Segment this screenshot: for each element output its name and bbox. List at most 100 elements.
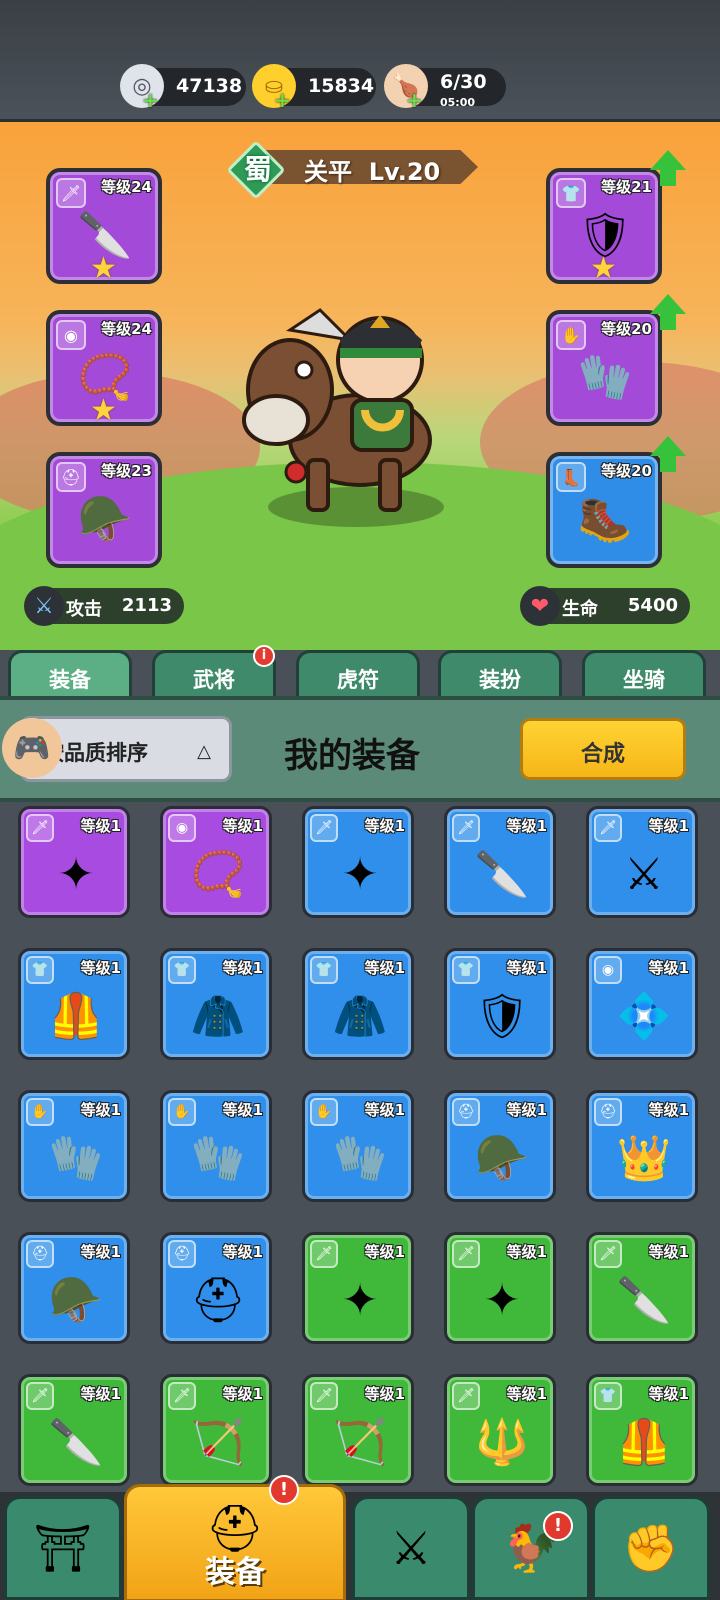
item-level: 等级1 — [80, 959, 121, 977]
inventory-item[interactable]: 👕 等级1 🦺 — [18, 948, 130, 1060]
inventory-item[interactable]: ◉ 等级1 📿 — [160, 806, 272, 918]
tab-label: 装备 — [49, 668, 91, 692]
item-type-icon: 🗡 — [168, 1382, 196, 1410]
item-type-icon: 👕 — [452, 956, 480, 984]
alert-badge: ! — [269, 1475, 299, 1505]
inventory-item[interactable]: 🗡 等级1 ✦ — [444, 1232, 556, 1344]
inventory-item[interactable]: ⛑ 等级1 ⛑ — [160, 1232, 272, 1344]
fist-upgrade-icon: ✊ — [622, 1520, 680, 1575]
tab-generals[interactable]: 武将 i — [152, 645, 276, 700]
equip-slot-boots[interactable]: 👢 等级20 🥾 — [546, 452, 662, 568]
tab-mount[interactable]: 坐骑 — [582, 650, 706, 700]
inventory-item[interactable]: 🗡 等级1 🏹 — [302, 1374, 414, 1486]
slot-level: 等级23 — [101, 462, 152, 480]
equip-slot-helmet[interactable]: ⛑ 等级23 🪖 — [46, 452, 162, 568]
item-level: 等级1 — [648, 1243, 689, 1261]
stamina-timer: 05:00 — [440, 96, 476, 109]
inventory-item[interactable]: ⛑ 等级1 🪖 — [444, 1090, 556, 1202]
attack-value: 2113 — [121, 595, 172, 616]
hero-on-horse-figure[interactable] — [230, 300, 470, 530]
equip-slot-amulet[interactable]: ◉ 等级24 📿 ★ — [46, 310, 162, 428]
inventory-item[interactable]: 👕 等级1 🛡 — [444, 948, 556, 1060]
item-type-icon: 👕 — [168, 956, 196, 984]
item-type-icon: 🗡 — [310, 1382, 338, 1410]
inventory-item[interactable]: 🗡 等级1 ⚔ — [586, 806, 698, 918]
item-type-icon: 🗡 — [26, 1382, 54, 1410]
inventory-item[interactable]: 🗡 等级1 ✦ — [302, 1232, 414, 1344]
item-level: 等级1 — [506, 1101, 547, 1119]
attack-label: 攻击 — [66, 599, 102, 620]
item-level: 等级1 — [364, 959, 405, 977]
tab-tiger-tally[interactable]: 虎符 — [296, 650, 420, 700]
item-level: 等级1 — [222, 1243, 263, 1261]
nav-crossed-swords-button[interactable]: ⚔ — [352, 1496, 470, 1600]
slot-level: 等级20 — [601, 462, 652, 480]
item-icon: 🛡 — [474, 991, 530, 1042]
attack-stat: ⚔ 攻击 2113 — [24, 586, 184, 626]
item-icon: 🏹 — [190, 1417, 246, 1468]
inventory-item[interactable]: ✋ 等级1 🧤 — [302, 1090, 414, 1202]
add-gold-icon[interactable]: + — [274, 88, 291, 112]
inventory-item[interactable]: 👕 等级1 🧥 — [160, 948, 272, 1060]
item-type-icon: 🗡 — [594, 814, 622, 842]
inventory-item[interactable]: 👕 等级1 🦺 — [586, 1374, 698, 1486]
item-icon: 📿 — [190, 849, 246, 900]
heart-icon: ❤ — [520, 586, 560, 626]
add-silver-icon[interactable]: + — [142, 88, 159, 112]
item-icon: 🦺 — [48, 991, 104, 1042]
item-level: 等级1 — [506, 817, 547, 835]
gold-resource[interactable]: ⛀ + 15834 — [252, 64, 376, 112]
item-level: 等级1 — [648, 1101, 689, 1119]
equip-slot-armor[interactable]: 👕 等级21 🛡 ★ — [546, 168, 662, 286]
inventory-item[interactable]: ✋ 等级1 🧤 — [18, 1090, 130, 1202]
silver-resource[interactable]: ◎ + 47138 — [120, 64, 246, 112]
equip-slot-weapon[interactable]: 🗡 等级24 🔪 ★ — [46, 168, 162, 286]
item-type-icon: ✋ — [168, 1098, 196, 1126]
item-type-icon: ◉ — [168, 814, 196, 842]
equip-slot-gloves[interactable]: ✋ 等级20 🧤 — [546, 310, 662, 426]
inventory-item[interactable]: 👕 等级1 🧥 — [302, 948, 414, 1060]
item-icon: ⛑ — [190, 1275, 246, 1326]
item-icon: 🔱 — [474, 1417, 530, 1468]
stamina-resource[interactable]: 🍗 + 6/30 05:00 — [384, 64, 506, 112]
item-type-icon: 🗡 — [452, 814, 480, 842]
item-icon: 🏹 — [332, 1417, 388, 1468]
item-level: 等级1 — [222, 1385, 263, 1403]
top-status-bar: ◎ + 47138 ⛀ + 15834 🍗 + 6/30 05:00 — [0, 0, 720, 122]
inventory-item[interactable]: 🗡 等级1 🔪 — [586, 1232, 698, 1344]
item-icon: 🔪 — [616, 1275, 672, 1326]
item-type-icon: 🗡 — [452, 1240, 480, 1268]
inventory-item[interactable]: 🗡 等级1 🔪 — [18, 1374, 130, 1486]
item-type-icon: 🗡 — [26, 814, 54, 842]
inventory-item[interactable]: 🗡 等级1 🔪 — [444, 806, 556, 918]
city-gate-icon: ⛩ — [33, 1520, 93, 1575]
hero-name: 关平 — [304, 158, 352, 186]
tab-equipment[interactable]: 装备 — [8, 650, 132, 700]
inventory-item[interactable]: 🗡 等级1 🔱 — [444, 1374, 556, 1486]
silver-value: 47138 — [176, 75, 243, 97]
item-icon: ✦ — [341, 1274, 379, 1326]
item-type-icon: 🗡 — [310, 814, 338, 842]
item-type-icon: 🗡 — [310, 1240, 338, 1268]
inventory-item[interactable]: 🗡 等级1 ✦ — [302, 806, 414, 918]
inventory-item[interactable]: ⛑ 等级1 🪖 — [18, 1232, 130, 1344]
item-level: 等级1 — [222, 817, 263, 835]
gamepad-icon[interactable]: 🎮 — [2, 718, 62, 778]
tab-label: 装扮 — [479, 668, 521, 692]
tab-costume[interactable]: 装扮 — [438, 650, 562, 700]
inventory-item[interactable]: 🗡 等级1 🏹 — [160, 1374, 272, 1486]
nav-city-gate-button[interactable]: ⛩ — [4, 1496, 122, 1600]
nav-helmet-button[interactable]: ⛑ 装备! — [124, 1475, 346, 1600]
inventory-item[interactable]: 🗡 等级1 ✦ — [18, 806, 130, 918]
nav-rooster-stars-button[interactable]: 🐓! — [472, 1496, 590, 1600]
synthesize-button[interactable]: 合成 — [520, 718, 686, 780]
bottom-navigation: ⛩ ⛑ 装备! ⚔ 🐓! ✊ — [0, 1475, 720, 1600]
inventory-item[interactable]: ◉ 等级1 💠 — [586, 948, 698, 1060]
inventory-item[interactable]: ✋ 等级1 🧤 — [160, 1090, 272, 1202]
item-level: 等级1 — [364, 1101, 405, 1119]
inventory-item[interactable]: ⛑ 等级1 👑 — [586, 1090, 698, 1202]
nav-fist-upgrade-button[interactable]: ✊ — [592, 1496, 710, 1600]
add-stamina-icon[interactable]: + — [406, 88, 423, 112]
hero-level: Lv.20 — [368, 158, 441, 186]
crossed-swords-icon: ⚔ — [390, 1521, 432, 1575]
